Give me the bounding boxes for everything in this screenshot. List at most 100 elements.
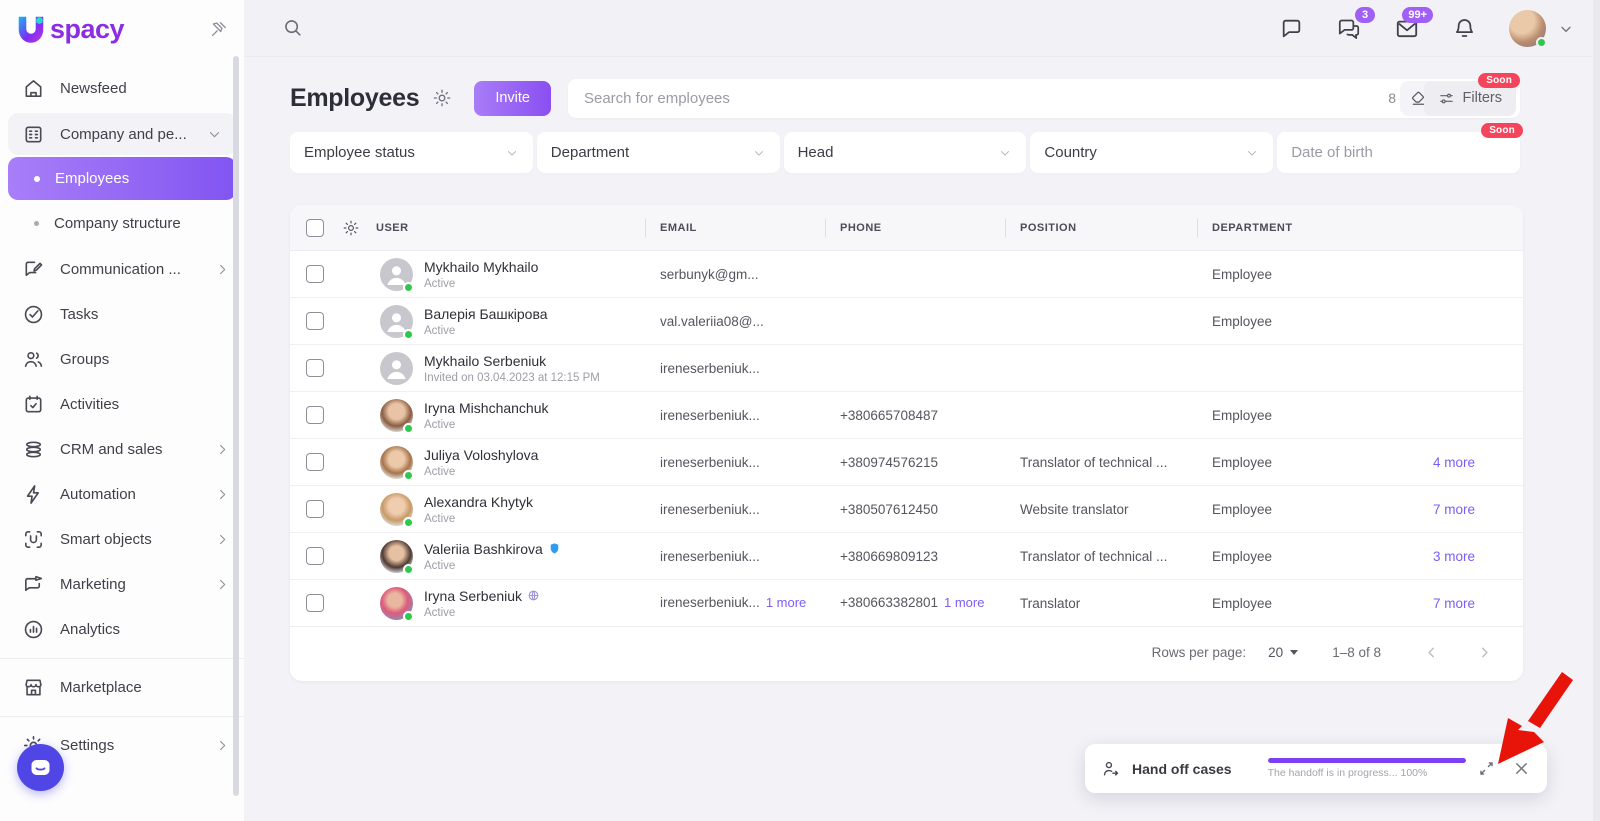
online-dot [403, 329, 414, 338]
next-page-button[interactable] [1472, 644, 1497, 661]
previous-page-button[interactable] [1419, 644, 1444, 661]
sidebar-item-analytics[interactable]: Analytics [0, 607, 244, 652]
sidebar-item-label: Automation [60, 486, 136, 503]
row-checkbox[interactable] [306, 359, 324, 377]
more-link[interactable]: 3 more [1433, 549, 1475, 564]
filters-label: Filters [1463, 90, 1502, 106]
avatar [380, 352, 413, 385]
sidebar-divider [0, 716, 244, 717]
groups-icon [22, 348, 45, 371]
filter-department[interactable]: Department [537, 132, 780, 173]
filter-label: Head [798, 144, 834, 161]
employee-name: Iryna Serbeniuk [424, 588, 540, 604]
filters-button[interactable]: Filters Soon [1424, 81, 1516, 116]
filter-country[interactable]: Country [1030, 132, 1273, 173]
sidebar-item-marketplace[interactable]: Marketplace [0, 665, 244, 710]
sidebar-item-label: Company and pe... [60, 126, 187, 143]
table-pagination: Rows per page: 20 1–8 of 8 [290, 627, 1523, 677]
filter-head[interactable]: Head [784, 132, 1027, 173]
department-cell: Employee [1197, 549, 1387, 564]
notifications-bell-icon[interactable] [1452, 16, 1477, 41]
close-widget-icon[interactable] [1512, 759, 1531, 778]
employee-row[interactable]: Iryna Serbeniuk Active ireneserbeniuk...… [290, 580, 1523, 627]
more-link[interactable]: 1 more [766, 595, 800, 611]
row-checkbox[interactable] [306, 265, 324, 283]
sidebar-item-groups[interactable]: Groups [0, 337, 244, 382]
chevron-down-icon [207, 127, 222, 142]
mail-icon[interactable]: 99+ [1394, 16, 1420, 42]
row-checkbox[interactable] [306, 312, 324, 330]
row-checkbox[interactable] [306, 406, 324, 424]
sidebar-item-smart-objects[interactable]: Smart objects [0, 517, 244, 562]
phone-cell: +380974576215 [825, 455, 1005, 470]
sidebar-scrollbar[interactable] [233, 56, 239, 796]
sidebar-item-communication[interactable]: Communication ... [0, 247, 244, 292]
feedback-chat-icon[interactable] [1279, 16, 1304, 41]
company-and-pe-icon [22, 123, 45, 146]
employee-row[interactable]: Mykhailo Mykhailo Active serbunyk@gm... … [290, 251, 1523, 298]
employee-row[interactable]: Valeriia Bashkirova Active ireneserbeniu… [290, 533, 1523, 580]
row-checkbox[interactable] [306, 547, 324, 565]
pagination-range: 1–8 of 8 [1332, 645, 1381, 660]
column-header-position[interactable]: POSITION [1020, 222, 1077, 234]
expand-widget-icon[interactable] [1477, 759, 1496, 778]
sidebar-item-company-structure[interactable]: Company structure [8, 202, 236, 245]
sidebar-item-tasks[interactable]: Tasks [0, 292, 244, 337]
sidebar-item-crm-and-sales[interactable]: CRM and sales [0, 427, 244, 472]
row-checkbox[interactable] [306, 500, 324, 518]
more-link[interactable]: 1 more [944, 595, 978, 611]
user-avatar[interactable] [1509, 10, 1546, 47]
filter-label: Date of birth [1291, 144, 1373, 161]
employee-name: Iryna Mishchanchuk [424, 400, 549, 416]
filter-date-of-birth[interactable]: Date of birth Soon [1277, 132, 1520, 173]
global-search-icon[interactable] [282, 17, 304, 39]
bullet-icon [34, 176, 40, 182]
profile-menu-chevron-icon[interactable] [1558, 21, 1574, 37]
email-cell: ireneserbeniuk...1 more [645, 595, 825, 612]
messenger-icon[interactable]: 3 [1336, 16, 1362, 42]
filters-slider-icon [1438, 90, 1455, 107]
phone-cell: +380665708487 [825, 408, 1005, 423]
more-link[interactable]: 4 more [1433, 455, 1475, 470]
sidebar-item-activities[interactable]: Activities [0, 382, 244, 427]
filter-employee-status[interactable]: Employee status [290, 132, 533, 173]
table-header-row: USER EMAIL PHONE POSITION DEPARTMENT [290, 205, 1523, 251]
employee-row[interactable]: Juliya Voloshylova Active ireneserbeniuk… [290, 439, 1523, 486]
select-all-checkbox[interactable] [306, 219, 324, 237]
sidebar-item-company-and-pe[interactable]: Company and pe... [8, 113, 236, 155]
more-link[interactable]: 7 more [1433, 596, 1475, 611]
column-header-user[interactable]: USER [376, 222, 409, 234]
sidebar: spacy Newsfeed Company and pe... Employe… [0, 0, 244, 821]
more-link[interactable]: 7 more [1433, 502, 1475, 517]
crm-and-sales-icon [22, 438, 45, 461]
invite-button[interactable]: Invite [474, 81, 551, 116]
row-checkbox[interactable] [306, 594, 324, 612]
employee-search-input[interactable] [568, 79, 1520, 118]
department-cell: Employee [1197, 314, 1387, 329]
employee-status: Active [424, 278, 455, 290]
column-header-email[interactable]: EMAIL [660, 222, 697, 234]
employee-row[interactable]: Mykhailo Serbeniuk Invited on 03.04.2023… [290, 345, 1523, 392]
sidebar-item-label: Settings [60, 737, 114, 754]
sidebar-item-marketing[interactable]: Marketing [0, 562, 244, 607]
chat-fab-button[interactable] [17, 744, 64, 791]
employee-row[interactable]: Iryna Mishchanchuk Active ireneserbeniuk… [290, 392, 1523, 439]
column-header-department[interactable]: DEPARTMENT [1212, 222, 1293, 234]
employee-row[interactable]: Alexandra Khytyk Active ireneserbeniuk..… [290, 486, 1523, 533]
sidebar-item-employees[interactable]: Employees [8, 157, 236, 200]
rows-per-page-select[interactable]: 20 [1268, 645, 1298, 660]
brand-name: spacy [50, 14, 124, 45]
rows-per-page-label: Rows per page: [1152, 645, 1247, 660]
chevron-down-icon [1245, 146, 1259, 160]
page-scrollbar[interactable] [1593, 0, 1600, 821]
column-header-phone[interactable]: PHONE [840, 222, 882, 234]
page-settings-gear-icon[interactable] [432, 88, 452, 108]
pin-sidebar-icon[interactable] [209, 20, 228, 39]
bullet-icon [34, 221, 39, 226]
sidebar-item-newsfeed[interactable]: Newsfeed [0, 66, 244, 111]
employee-row[interactable]: Валерія Башкірова Active val.valeriia08@… [290, 298, 1523, 345]
row-checkbox[interactable] [306, 453, 324, 471]
column-settings-gear-icon[interactable] [342, 219, 360, 237]
sidebar-item-automation[interactable]: Automation [0, 472, 244, 517]
avatar [380, 587, 413, 620]
